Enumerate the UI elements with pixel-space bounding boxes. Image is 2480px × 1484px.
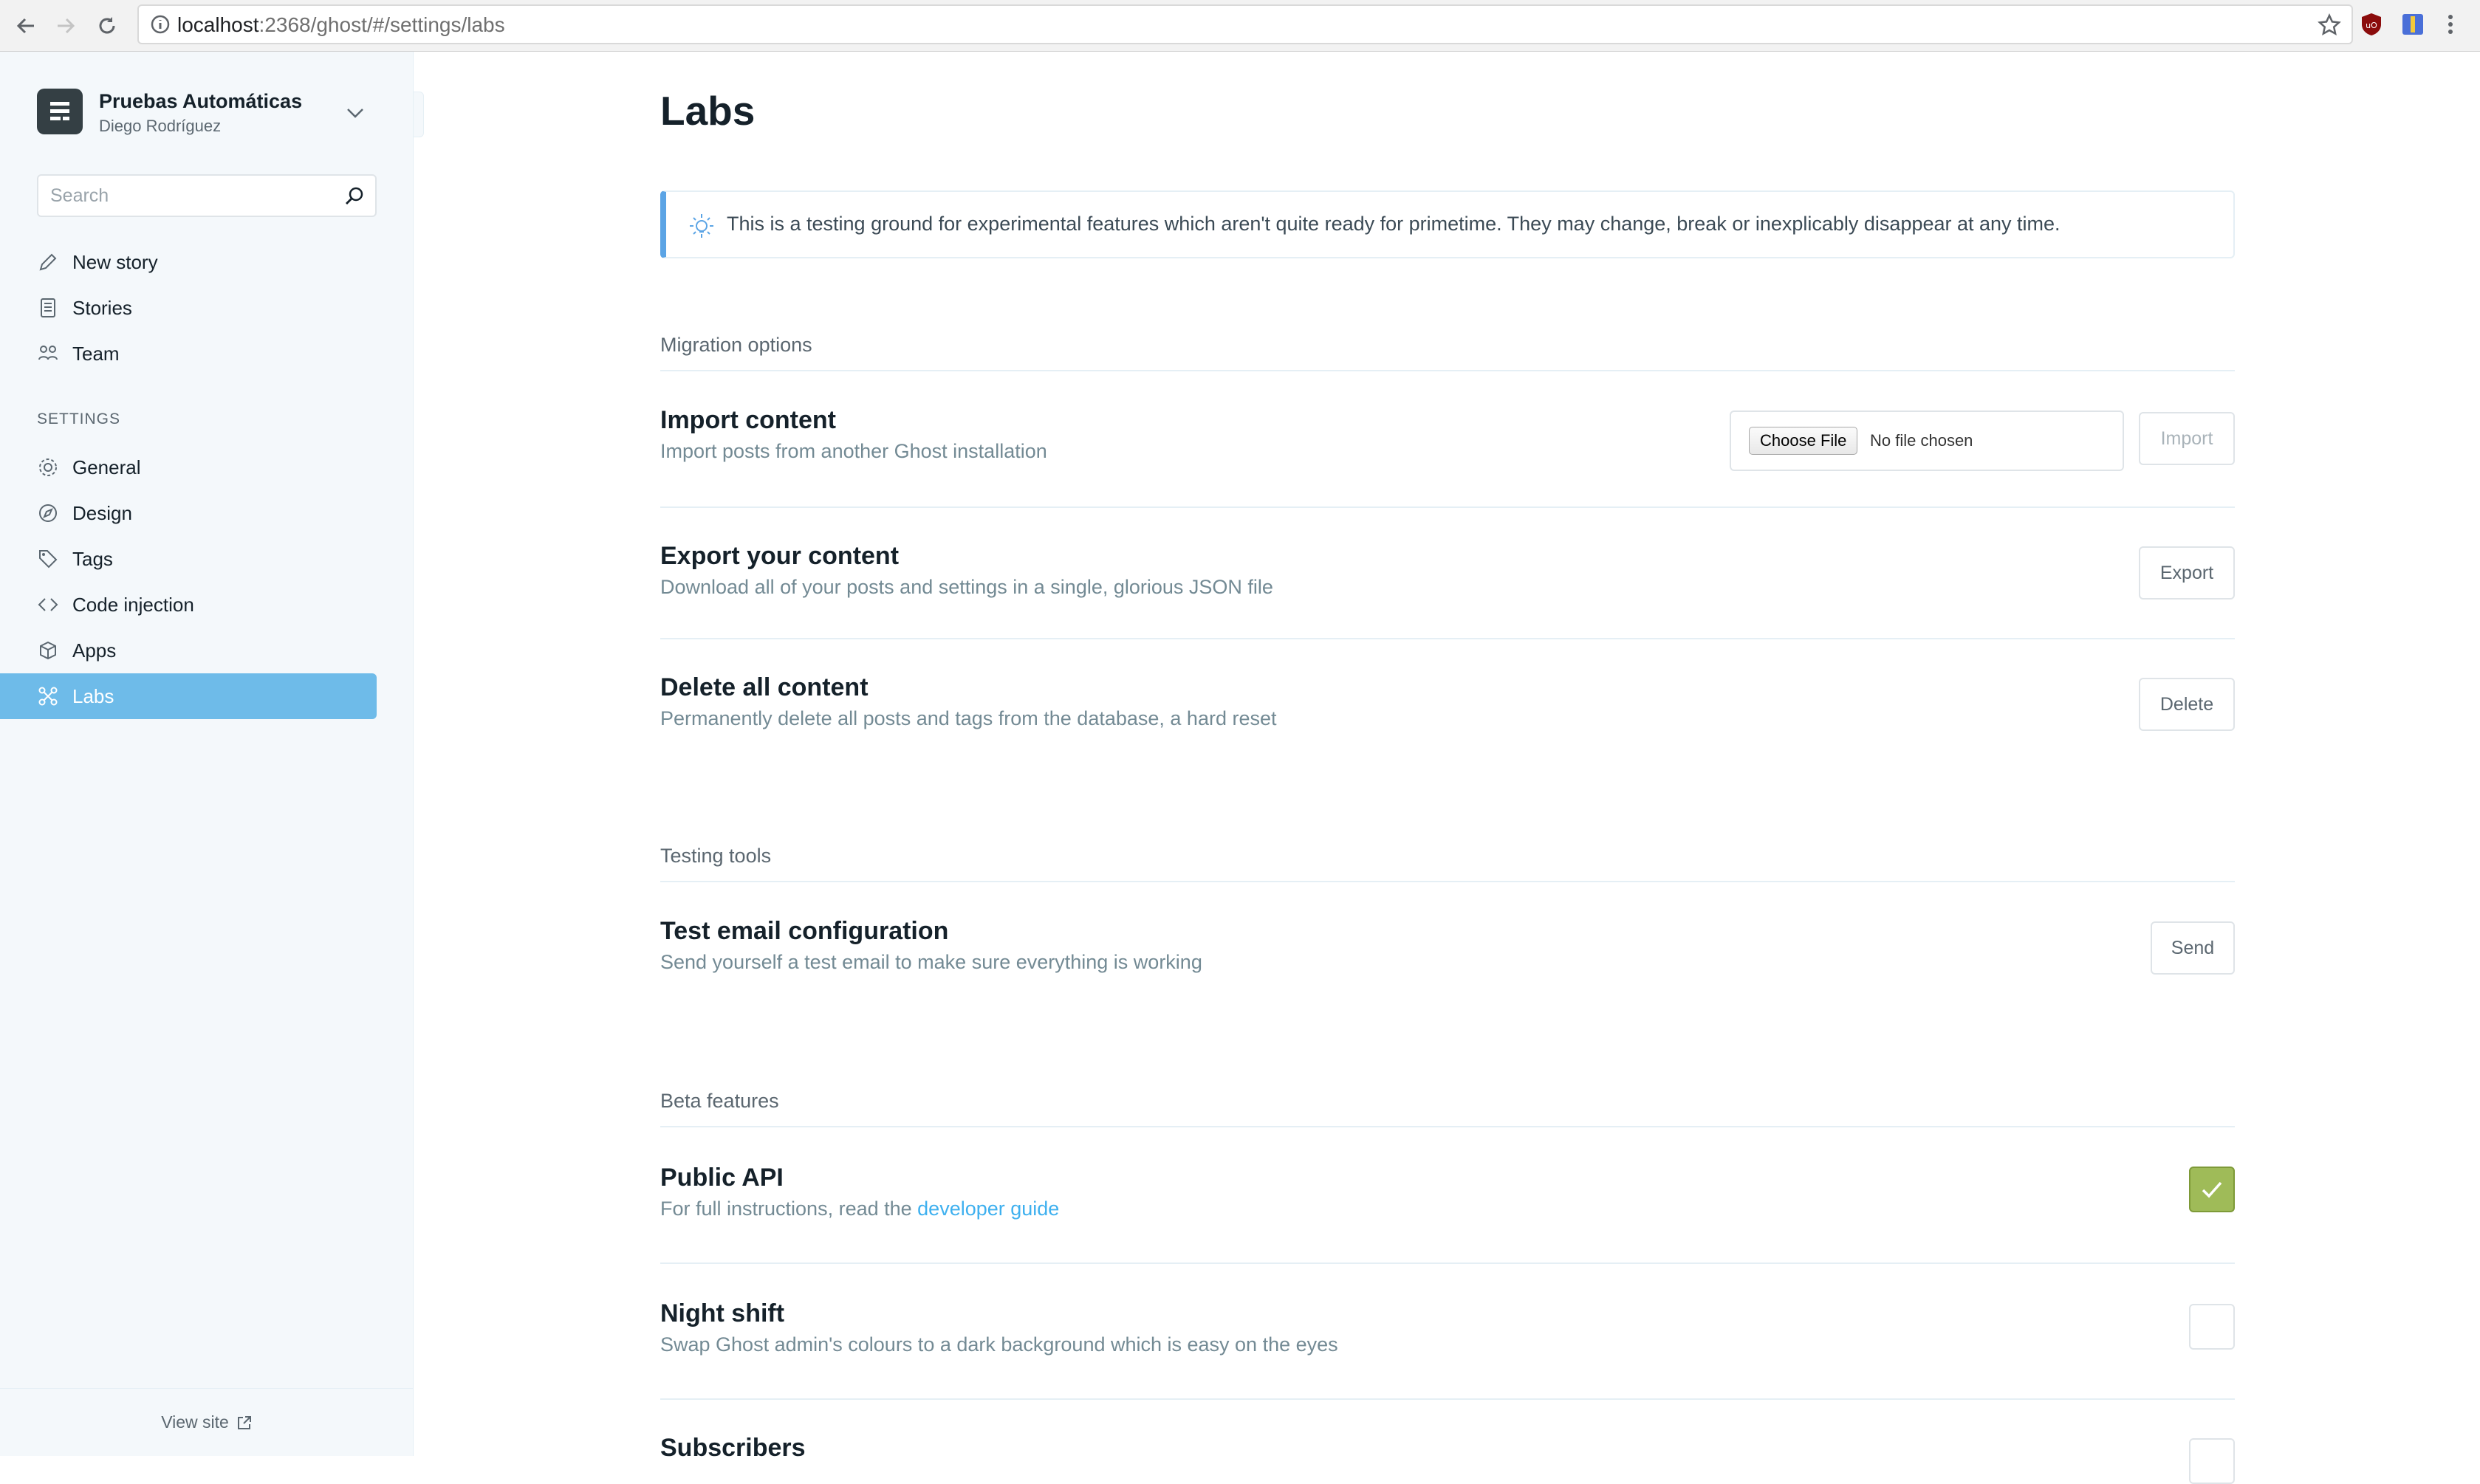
import-button[interactable]: Import — [2139, 412, 2235, 465]
chevron-down-icon[interactable] — [343, 100, 368, 126]
import-title: Import content — [660, 406, 836, 434]
svg-text:uO: uO — [2366, 21, 2377, 30]
nav-stories[interactable]: Stories — [0, 285, 377, 331]
sidebar-collapse-handle[interactable] — [414, 92, 424, 137]
subscribers-title: Subscribers — [660, 1434, 806, 1462]
labs-icon — [37, 685, 59, 707]
search-input[interactable] — [49, 182, 329, 210]
search-field[interactable] — [37, 174, 377, 217]
night-shift-description: Swap Ghost admin's colours to a dark bac… — [660, 1333, 1338, 1356]
nav-team[interactable]: Team — [0, 331, 377, 377]
file-status: No file chosen — [1870, 431, 1973, 450]
team-icon — [37, 343, 59, 365]
pencil-icon — [37, 251, 59, 273]
nav-label: Team — [72, 342, 120, 365]
nav-label: Apps — [72, 639, 117, 662]
send-test-email-button[interactable]: Send — [2151, 921, 2235, 975]
gear-icon — [37, 456, 59, 478]
night-shift-checkbox[interactable] — [2189, 1304, 2235, 1350]
settings-heading: SETTINGS — [37, 410, 121, 427]
nav-label: Code injection — [72, 593, 194, 616]
delete-description: Permanently delete all posts and tags fr… — [660, 707, 1277, 729]
address-bar[interactable]: localhost:2368/ghost/#/settings/labs — [137, 4, 2353, 44]
test-email-description: Send yourself a test email to make sure … — [660, 951, 1202, 973]
public-api-description: For full instructions, read the develope… — [660, 1198, 1059, 1220]
choose-file-button[interactable]: Choose File — [1749, 427, 1858, 455]
nav-label: Stories — [72, 296, 132, 319]
browser-menu-icon[interactable] — [2442, 12, 2459, 37]
import-description: Import posts from another Ghost installa… — [660, 440, 1047, 462]
forward-button[interactable] — [50, 10, 81, 41]
page-title: Labs — [660, 88, 756, 134]
external-link-icon — [236, 1415, 253, 1431]
developer-guide-link[interactable]: developer guide — [917, 1198, 1059, 1220]
export-title: Export your content — [660, 542, 900, 570]
nav-label: New story — [72, 250, 158, 273]
section-heading-beta: Beta features — [660, 1090, 2235, 1127]
export-description: Download all of your posts and settings … — [660, 576, 1273, 598]
checkmark-icon — [2202, 1181, 2222, 1198]
nav-label: General — [72, 456, 141, 478]
divider — [660, 1398, 2235, 1400]
back-button[interactable] — [10, 10, 41, 41]
nav-label: Tags — [72, 547, 113, 570]
tag-icon — [37, 548, 59, 570]
section-heading-migration: Migration options — [660, 334, 2235, 371]
nav-labs[interactable]: Labs — [0, 673, 377, 719]
nav-label: Labs — [72, 684, 114, 707]
bookmark-star-icon[interactable] — [2318, 13, 2341, 37]
extension-icon[interactable] — [2400, 12, 2425, 37]
divider — [660, 506, 2235, 508]
public-api-desc-text: For full instructions, read the — [660, 1198, 918, 1220]
nav-apps[interactable]: Apps — [0, 628, 377, 673]
lightbulb-icon — [688, 213, 715, 239]
user-name[interactable]: Diego Rodríguez — [99, 117, 221, 136]
url-text: localhost:2368/ghost/#/settings/labs — [177, 13, 505, 36]
labs-notice: This is a testing ground for experimenta… — [660, 190, 2235, 258]
ublock-extension-icon[interactable]: uO — [2359, 12, 2384, 37]
public-api-checkbox[interactable] — [2189, 1167, 2235, 1212]
ghost-logo-icon — [50, 102, 69, 120]
reload-button[interactable] — [92, 10, 123, 41]
nav-code-injection[interactable]: Code injection — [0, 582, 377, 628]
blog-logo[interactable] — [37, 89, 83, 134]
reload-icon — [99, 17, 115, 34]
browser-toolbar: localhost:2368/ghost/#/settings/labs uO — [0, 0, 2480, 52]
sidebar: Pruebas Automáticas Diego Rodríguez New … — [0, 52, 414, 1456]
nav-new-story[interactable]: New story — [0, 239, 377, 285]
box-icon — [37, 639, 59, 662]
document-icon — [37, 297, 59, 319]
view-site-label: View site — [161, 1412, 229, 1432]
nav-label: Design — [72, 501, 132, 524]
compass-icon — [37, 502, 59, 524]
night-shift-title: Night shift — [660, 1299, 785, 1327]
nav-design[interactable]: Design — [0, 490, 377, 536]
delete-button[interactable]: Delete — [2139, 678, 2235, 731]
blog-title[interactable]: Pruebas Automáticas — [99, 90, 302, 113]
import-file-input[interactable]: Choose File No file chosen — [1730, 410, 2124, 471]
forward-arrow-icon — [58, 18, 75, 34]
view-site-link[interactable]: View site — [0, 1388, 414, 1456]
nav-tags[interactable]: Tags — [0, 536, 377, 582]
notice-text: This is a testing ground for experimenta… — [727, 213, 2061, 235]
subscribers-checkbox[interactable] — [2189, 1438, 2235, 1484]
search-icon[interactable] — [344, 186, 365, 207]
test-email-title: Test email configuration — [660, 917, 949, 945]
code-icon — [37, 594, 59, 616]
delete-title: Delete all content — [660, 673, 869, 701]
section-heading-testing: Testing tools — [660, 845, 2235, 882]
divider — [660, 1263, 2235, 1264]
nav-general[interactable]: General — [0, 444, 377, 490]
public-api-title: Public API — [660, 1164, 784, 1192]
divider — [660, 638, 2235, 639]
export-button[interactable]: Export — [2139, 546, 2235, 600]
site-info-icon[interactable] — [149, 13, 171, 35]
back-arrow-icon — [16, 18, 34, 34]
